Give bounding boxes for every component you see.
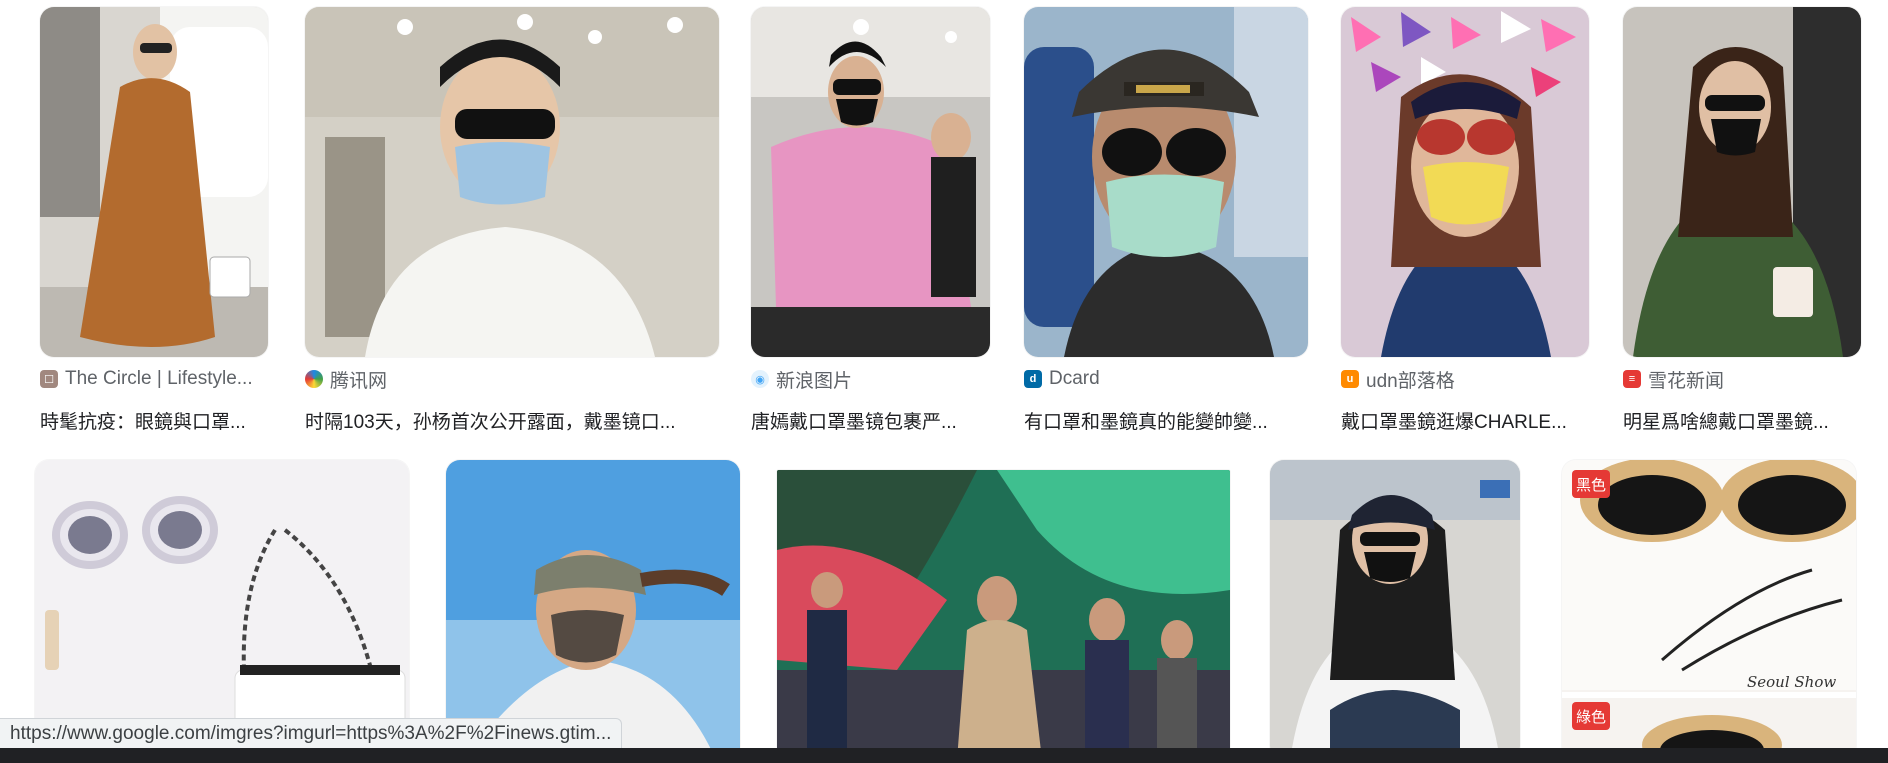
status-bar-url: https://www.google.com/imgres?imgurl=htt… <box>0 718 623 750</box>
woman-brown-dress-photo <box>40 7 268 357</box>
result-title[interactable]: 戴口罩墨鏡逛爆CHARLE... <box>1341 407 1589 434</box>
crowd-stage-photo <box>777 470 1230 760</box>
woman-green-jacket-photo <box>1623 7 1861 357</box>
result-thumbnail[interactable] <box>35 460 409 760</box>
result-title[interactable]: 明星爲啥總戴口罩墨鏡... <box>1623 407 1861 434</box>
result-title[interactable]: 時髦抗疫：眼鏡與口罩... <box>40 407 268 434</box>
result-thumbnail[interactable] <box>1341 7 1589 357</box>
taskbar <box>0 748 1888 763</box>
source-name: 新浪图片 <box>776 370 853 391</box>
source-name: Dcard <box>1049 368 1100 389</box>
status-url-text: https://www.google.com/imgres?imgurl=htt… <box>10 723 612 744</box>
result-thumbnail[interactable] <box>40 7 268 357</box>
dcard-favicon-icon: d <box>1024 370 1042 388</box>
source-name: 雪花新闻 <box>1648 370 1725 391</box>
man-face-mask-photo <box>305 7 719 357</box>
color-badge-black: 黑色 <box>1572 470 1610 498</box>
result-source[interactable]: ◉ 新浪图片 <box>751 368 990 390</box>
source-name: 腾讯网 <box>330 370 388 391</box>
woman-cap-mask-airport-photo <box>1270 460 1520 760</box>
woman-ponytail-mask-photo <box>446 460 740 760</box>
source-name: The Circle | Lifestyle... <box>65 368 253 389</box>
result-thumbnail[interactable] <box>1270 460 1520 760</box>
result-source[interactable]: u udn部落格 <box>1341 368 1589 390</box>
result-thumbnail[interactable] <box>1024 7 1308 357</box>
woman-pink-sweater-photo <box>751 7 990 357</box>
woman-yellow-mask-photo <box>1341 7 1589 357</box>
result-source[interactable]: 腾讯网 <box>305 368 719 390</box>
result-thumbnail[interactable] <box>305 7 719 357</box>
xuehua-favicon-icon: ≡ <box>1623 370 1641 388</box>
source-name: udn部落格 <box>1366 370 1455 391</box>
result-thumbnail[interactable] <box>1623 7 1861 357</box>
sunglasses-lanyard-mask-photo <box>35 460 409 760</box>
result-source[interactable]: d Dcard <box>1024 368 1308 390</box>
man-cap-mask-photo <box>1024 7 1308 357</box>
result-title[interactable]: 唐嫣戴口罩墨镜包裹严... <box>751 407 990 434</box>
result-source[interactable]: ☐ The Circle | Lifestyle... <box>40 368 268 390</box>
udn-favicon-icon: u <box>1341 370 1359 388</box>
result-title[interactable]: 时隔103天，孙杨首次公开露面，戴墨镜口... <box>305 407 719 434</box>
result-title[interactable]: 有口罩和墨鏡真的能變帥變... <box>1024 407 1308 434</box>
result-thumbnail[interactable] <box>446 460 740 760</box>
watermark-text: Seoul Show <box>1747 673 1837 691</box>
tencent-favicon-icon <box>305 370 323 388</box>
result-source[interactable]: ≡ 雪花新闻 <box>1623 368 1861 390</box>
color-badge-green: 綠色 <box>1572 702 1610 730</box>
result-thumbnail[interactable] <box>777 470 1230 760</box>
circle-favicon-icon: ☐ <box>40 370 58 388</box>
sina-favicon-icon: ◉ <box>751 370 769 388</box>
result-thumbnail[interactable] <box>751 7 990 357</box>
